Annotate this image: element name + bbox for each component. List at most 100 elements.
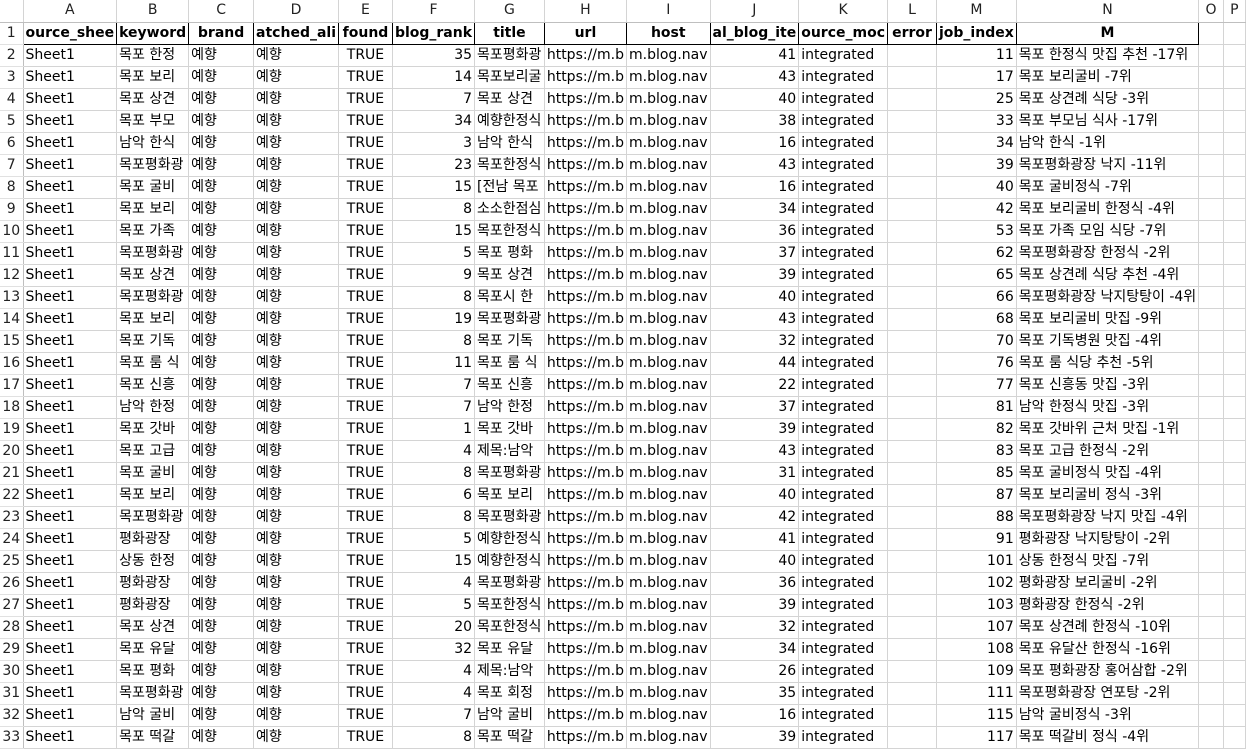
row-header[interactable]: 17: [0, 374, 24, 397]
cell-j[interactable]: 35: [710, 682, 800, 705]
cell-a[interactable]: Sheet1: [23, 660, 118, 683]
cell-i[interactable]: m.blog.nav: [626, 462, 711, 485]
header-cell[interactable]: url: [544, 21, 628, 45]
header-cell[interactable]: found: [338, 21, 393, 45]
empty-cell[interactable]: [1223, 66, 1246, 89]
cell-i[interactable]: m.blog.nav: [626, 682, 711, 705]
cell-k[interactable]: integrated: [798, 352, 889, 375]
cell-g[interactable]: 남악 굴비: [474, 704, 545, 727]
cell-k[interactable]: integrated: [798, 594, 889, 617]
cell-j[interactable]: 40: [710, 550, 800, 573]
cell-a[interactable]: Sheet1: [23, 154, 118, 177]
cell-c[interactable]: 예향: [188, 308, 255, 331]
cell-c[interactable]: 예향: [188, 66, 255, 89]
row-header[interactable]: 7: [0, 154, 24, 177]
cell-k[interactable]: integrated: [798, 374, 889, 397]
cell-d[interactable]: 예향: [253, 286, 340, 309]
cell-m[interactable]: 53: [936, 220, 1017, 243]
empty-cell[interactable]: [1223, 594, 1246, 617]
cell-h[interactable]: https://m.b: [544, 462, 628, 485]
cell-e[interactable]: TRUE: [338, 484, 393, 507]
cell-j[interactable]: 41: [710, 528, 800, 551]
cell-a[interactable]: Sheet1: [23, 110, 118, 133]
empty-cell[interactable]: [1198, 594, 1224, 617]
cell-f[interactable]: 35: [392, 44, 476, 67]
cell-l[interactable]: [887, 418, 937, 441]
cell-c[interactable]: 예향: [188, 594, 255, 617]
empty-cell[interactable]: [1198, 374, 1224, 397]
cell-c[interactable]: 예향: [188, 660, 255, 683]
cell-n[interactable]: 목포 보리굴비 -7위: [1016, 66, 1200, 89]
cell-d[interactable]: 예향: [253, 110, 340, 133]
cell-l[interactable]: [887, 374, 937, 397]
cell-i[interactable]: m.blog.nav: [626, 44, 711, 67]
column-header-c[interactable]: C: [188, 0, 255, 23]
empty-cell[interactable]: [1223, 286, 1246, 309]
cell-i[interactable]: m.blog.nav: [626, 528, 711, 551]
cell-k[interactable]: integrated: [798, 726, 889, 749]
cell-e[interactable]: TRUE: [338, 132, 393, 155]
cell-e[interactable]: TRUE: [338, 176, 393, 199]
cell-d[interactable]: 예향: [253, 418, 340, 441]
cell-a[interactable]: Sheet1: [23, 484, 118, 507]
cell-b[interactable]: 목포평화광: [116, 242, 190, 265]
cell-a[interactable]: Sheet1: [23, 374, 118, 397]
cell-b[interactable]: 남악 한식: [116, 132, 190, 155]
cell-m[interactable]: 65: [936, 264, 1017, 287]
cell-d[interactable]: 예향: [253, 374, 340, 397]
cell-j[interactable]: 37: [710, 396, 800, 419]
cell-m[interactable]: 42: [936, 198, 1017, 221]
row-header[interactable]: 10: [0, 220, 24, 243]
cell-h[interactable]: https://m.b: [544, 352, 628, 375]
row-header[interactable]: 14: [0, 308, 24, 331]
row-header[interactable]: 2: [0, 44, 24, 67]
header-cell[interactable]: job_index: [936, 21, 1017, 45]
empty-cell[interactable]: [1223, 374, 1246, 397]
cell-g[interactable]: 예향한정식: [474, 550, 545, 573]
cell-e[interactable]: TRUE: [338, 616, 393, 639]
cell-n[interactable]: 목포 신흥동 맛집 -3위: [1016, 374, 1200, 397]
empty-cell[interactable]: [1198, 154, 1224, 177]
cell-g[interactable]: 목포보리굴: [474, 66, 545, 89]
cell-g[interactable]: 목포 신흥: [474, 374, 545, 397]
row-header[interactable]: 22: [0, 484, 24, 507]
cell-b[interactable]: 목포 신흥: [116, 374, 190, 397]
cell-l[interactable]: [887, 462, 937, 485]
cell-j[interactable]: 43: [710, 66, 800, 89]
cell-k[interactable]: integrated: [798, 418, 889, 441]
cell-m[interactable]: 102: [936, 572, 1017, 595]
cell-j[interactable]: 34: [710, 198, 800, 221]
cell-b[interactable]: 평화광장: [116, 572, 190, 595]
empty-cell[interactable]: [1198, 440, 1224, 463]
cell-j[interactable]: 32: [710, 616, 800, 639]
cell-f[interactable]: 5: [392, 528, 476, 551]
cell-l[interactable]: [887, 682, 937, 705]
cell-n[interactable]: 목포 굴비정식 맛집 -4위: [1016, 462, 1200, 485]
cell-n[interactable]: 평화광장 보리굴비 -2위: [1016, 572, 1200, 595]
empty-cell[interactable]: [1223, 352, 1246, 375]
column-header-l[interactable]: L: [887, 0, 937, 23]
cell-a[interactable]: Sheet1: [23, 88, 118, 111]
column-header-p[interactable]: P: [1223, 0, 1246, 23]
empty-cell[interactable]: [1198, 264, 1224, 287]
empty-cell[interactable]: [1223, 330, 1246, 353]
cell-d[interactable]: 예향: [253, 638, 340, 661]
cell-m[interactable]: 85: [936, 462, 1017, 485]
row-header[interactable]: 9: [0, 198, 24, 221]
cell-f[interactable]: 15: [392, 176, 476, 199]
cell-n[interactable]: 상동 한정식 맛집 -7위: [1016, 550, 1200, 573]
cell-h[interactable]: https://m.b: [544, 660, 628, 683]
header-cell[interactable]: error: [887, 21, 937, 45]
cell-k[interactable]: integrated: [798, 220, 889, 243]
cell-h[interactable]: https://m.b: [544, 242, 628, 265]
header-cell[interactable]: al_blog_ite: [710, 21, 800, 45]
header-cell[interactable]: [1198, 22, 1224, 45]
cell-f[interactable]: 3: [392, 132, 476, 155]
cell-j[interactable]: 39: [710, 726, 800, 749]
cell-h[interactable]: https://m.b: [544, 572, 628, 595]
cell-b[interactable]: 목포 룸 식: [116, 352, 190, 375]
cell-n[interactable]: 목포 룸 식당 추천 -5위: [1016, 352, 1200, 375]
cell-l[interactable]: [887, 176, 937, 199]
cell-k[interactable]: integrated: [798, 132, 889, 155]
cell-j[interactable]: 37: [710, 242, 800, 265]
